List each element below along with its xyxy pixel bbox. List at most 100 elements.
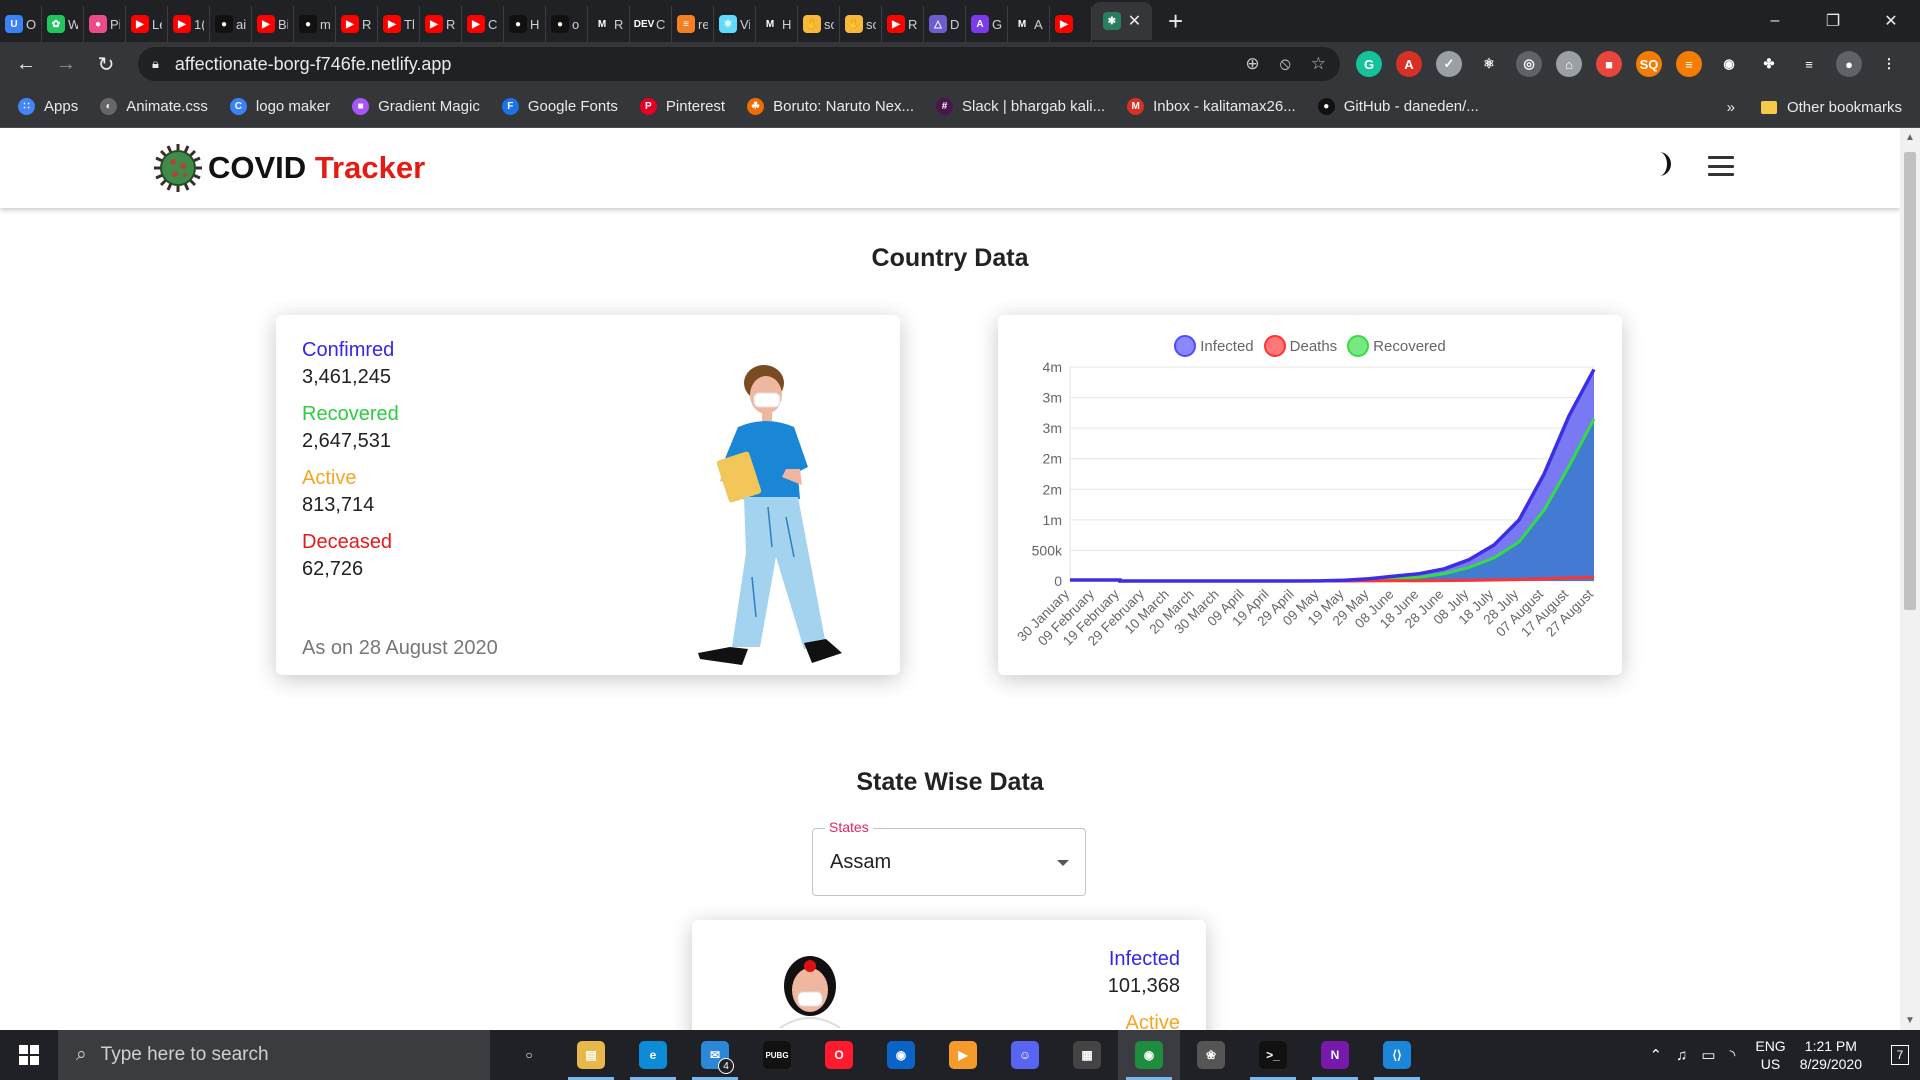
minimize-button[interactable]: – [1746, 0, 1804, 42]
taskbar-app-icon[interactable]: ☺ [994, 1030, 1056, 1080]
extension-icon[interactable]: ⋮ [1876, 51, 1902, 77]
extension-icon[interactable]: ⌂ [1556, 51, 1582, 77]
extension-icon[interactable]: ◎ [1516, 51, 1542, 77]
show-hidden-icons[interactable]: ⌃ [1650, 1046, 1663, 1064]
address-bar[interactable]: 🔒︎ affectionate-borg-f746fe.netlify.app … [138, 47, 1340, 81]
browser-tab[interactable]: ⚛ Vi [714, 6, 756, 42]
bookmark-item[interactable]: # Slack | bhargab kali... [936, 98, 1105, 115]
taskbar-search[interactable]: ⌕ Type here to search [58, 1030, 490, 1080]
scroll-up-icon[interactable]: ▲ [1900, 132, 1920, 143]
taskbar-app-icon[interactable]: ▤ [560, 1030, 622, 1080]
bookmark-item[interactable]: ● GitHub - daneden/... [1317, 98, 1479, 115]
taskbar-app-icon[interactable]: ◉ [1118, 1030, 1180, 1080]
state-select[interactable]: States Assam [812, 819, 1086, 896]
browser-tab[interactable]: MA [1008, 6, 1050, 42]
other-bookmarks-folder[interactable]: Other bookmarks [1760, 99, 1902, 116]
extension-icon[interactable]: ● [1836, 51, 1862, 77]
new-tab-button[interactable]: + [1168, 6, 1183, 37]
bookmark-item[interactable]: F Google Fonts [501, 98, 618, 115]
browser-tab[interactable]: ✿ W [42, 6, 84, 42]
dropdown-caret-icon [1057, 860, 1069, 866]
wifi-icon[interactable]: ◝ [1730, 1046, 1736, 1064]
eye-off-icon[interactable]: ⦸ [1280, 54, 1291, 74]
language-indicator[interactable]: ENG US [1755, 1037, 1785, 1073]
extension-icon[interactable]: ⚛ [1476, 51, 1502, 77]
volume-icon[interactable]: ♫ [1676, 1047, 1687, 1064]
taskbar-app-icon[interactable]: N [1304, 1030, 1366, 1080]
bookmarks-overflow-button[interactable]: » [1727, 99, 1735, 116]
browser-tab[interactable]: ● H [504, 6, 546, 42]
bookmark-item[interactable]: P Pinterest [639, 98, 725, 115]
extension-icon[interactable]: ◉ [1716, 51, 1742, 77]
taskbar-app-icon[interactable]: ▶ [932, 1030, 994, 1080]
browser-tab[interactable]: ▶1( [168, 6, 210, 42]
bookmark-item[interactable]: Clogo maker [229, 98, 330, 115]
bookmark-star-icon[interactable]: ☆ [1311, 54, 1326, 74]
browser-tab[interactable]: ▶Bi [252, 6, 294, 42]
taskbar-app-icon[interactable]: e [622, 1030, 684, 1080]
restore-button[interactable]: ❐ [1804, 0, 1862, 42]
taskbar-app-icon[interactable]: ▦ [1056, 1030, 1118, 1080]
bookmark-item[interactable]: ◐ Animate.css [100, 98, 208, 115]
browser-tab[interactable]: ▶ R [882, 6, 924, 42]
browser-tab[interactable]: ▶ R [336, 6, 378, 42]
browser-tab[interactable]: ● m [294, 6, 336, 42]
taskbar-app-icon[interactable]: ◉ [870, 1030, 932, 1080]
browser-tab[interactable]: ●Pi [84, 6, 126, 42]
taskbar-app-icon[interactable]: ○ [498, 1030, 560, 1080]
extension-icon[interactable]: ≡ [1676, 51, 1702, 77]
back-button[interactable]: ← [6, 44, 46, 84]
forward-button[interactable]: → [46, 44, 86, 84]
browser-tab[interactable]: ✋ sc [840, 6, 882, 42]
browser-tab[interactable]: AG [966, 6, 1008, 42]
taskbar-app-icon[interactable]: ⟨⟩ [1366, 1030, 1428, 1080]
close-tab-icon[interactable]: ✕ [1128, 11, 1141, 31]
clock[interactable]: 1:21 PM 8/29/2020 [1800, 1037, 1862, 1073]
dark-mode-toggle-icon[interactable] [1645, 150, 1673, 178]
browser-tab[interactable]: ▶ Tl [378, 6, 420, 42]
bookmark-favicon-icon: ● [1317, 98, 1335, 115]
browser-tab[interactable]: MR [588, 6, 630, 42]
extension-icon[interactable]: G [1356, 51, 1382, 77]
browser-tab[interactable]: ▶ [1050, 6, 1092, 42]
close-window-button[interactable]: ✕ [1862, 0, 1920, 42]
start-button[interactable] [0, 1030, 58, 1080]
browser-tab[interactable]: ✋ sc [798, 6, 840, 42]
extension-icon[interactable]: ≡ [1796, 51, 1822, 77]
browser-tab[interactable]: UO [0, 6, 42, 42]
extension-icon[interactable]: ✓ [1436, 51, 1462, 77]
tab-covid-tracker[interactable]: ✱ ✕ [1092, 2, 1152, 40]
browser-tab[interactable]: ● ai [210, 6, 252, 42]
browser-toolbar: ← → ↻ 🔒︎ affectionate-borg-f746fe.netlif… [0, 42, 1920, 86]
reload-button[interactable]: ↻ [86, 44, 126, 84]
extension-icon[interactable]: ✤ [1756, 51, 1782, 77]
taskbar-app-icon[interactable]: ✉ 4 [684, 1030, 746, 1080]
extension-icon[interactable]: SQ [1636, 51, 1662, 77]
browser-tab[interactable]: ● o [546, 6, 588, 42]
taskbar-app-icon[interactable]: O [808, 1030, 870, 1080]
bookmark-item[interactable]: ■ Gradient Magic [352, 98, 480, 115]
install-app-icon[interactable]: ⊕ [1245, 54, 1259, 74]
notification-center-button[interactable]: 7 [1880, 1030, 1920, 1080]
extension-icon[interactable]: ■ [1596, 51, 1622, 77]
browser-tab[interactable]: ▶ R [420, 6, 462, 42]
scroll-down-icon[interactable]: ▼ [1900, 1015, 1920, 1026]
browser-tab[interactable]: ▶Le [126, 6, 168, 42]
bookmark-item[interactable]: ∷ Apps [18, 98, 78, 115]
hamburger-menu-button[interactable] [1708, 156, 1734, 176]
extension-icon[interactable]: A [1396, 51, 1422, 77]
bookmark-item[interactable]: M Inbox - kalitamax26... [1127, 98, 1296, 115]
browser-tab[interactable]: ▶ C [462, 6, 504, 42]
browser-tab[interactable]: ≡ re [672, 6, 714, 42]
brand-logo[interactable]: COVID Tracker [152, 142, 425, 194]
bookmark-item[interactable]: ☘ Boruto: Naruto Nex... [747, 98, 914, 115]
taskbar-app-icon[interactable]: >_ [1242, 1030, 1304, 1080]
browser-tab[interactable]: MH [756, 6, 798, 42]
battery-icon[interactable]: ▭ [1701, 1046, 1715, 1064]
taskbar-app-icon[interactable]: ❀ [1180, 1030, 1242, 1080]
browser-tab[interactable]: DEV C [630, 6, 672, 42]
page-scrollbar[interactable]: ▲ ▼ [1900, 128, 1920, 1030]
browser-tab[interactable]: △ D [924, 6, 966, 42]
scrollbar-thumb[interactable] [1904, 152, 1916, 610]
taskbar-app-icon[interactable]: PUBG [746, 1030, 808, 1080]
